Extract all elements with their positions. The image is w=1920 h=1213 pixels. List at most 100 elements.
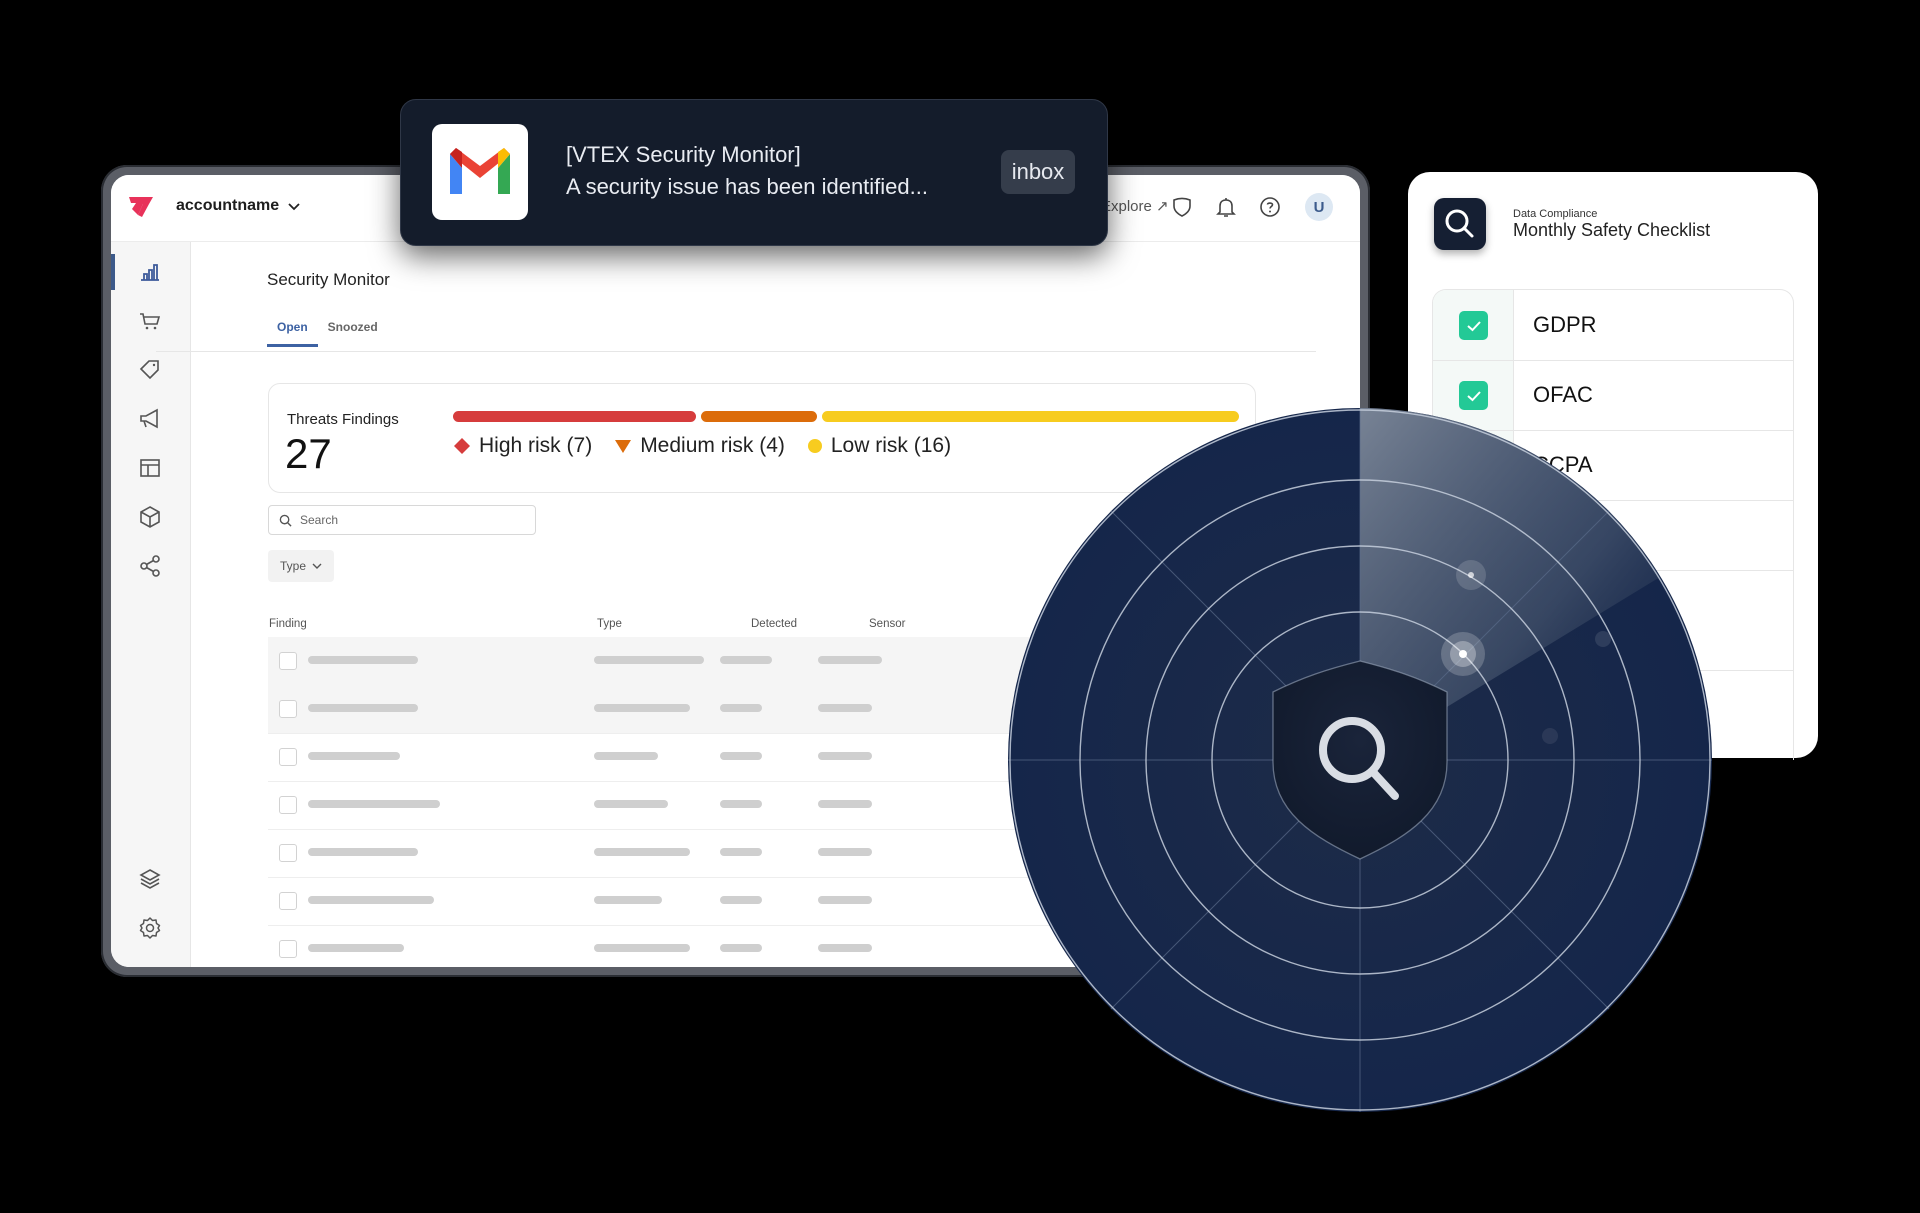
type-placeholder	[594, 848, 690, 856]
sensor-placeholder	[818, 800, 872, 808]
sensor-placeholder	[818, 656, 882, 664]
legend-low-label: Low risk (16)	[830, 434, 952, 457]
shield-icon[interactable]	[1170, 195, 1194, 219]
column-header-sensor[interactable]: Sensor	[869, 618, 905, 630]
legend-medium-risk: Medium risk (4)	[614, 434, 785, 458]
triangle-down-icon	[615, 440, 632, 453]
sensor-placeholder	[818, 896, 872, 904]
user-avatar[interactable]: U	[1305, 193, 1333, 221]
gmail-logo-icon	[450, 148, 510, 194]
inbox-button[interactable]: inbox	[1001, 150, 1075, 194]
checklist-item-label: OFAC	[1533, 382, 1593, 407]
checklist-item-label: GDPR	[1533, 312, 1597, 337]
radar-blip-faint	[1595, 631, 1611, 647]
chevron-down-icon	[312, 563, 322, 569]
explore-link-label: Explore	[1101, 198, 1152, 215]
risk-bar-segment-medium-risk	[701, 411, 817, 422]
share-icon[interactable]	[137, 553, 163, 579]
row-checkbox[interactable]	[279, 892, 297, 910]
vtex-logo-icon	[129, 197, 153, 217]
column-header-finding[interactable]: Finding	[269, 618, 307, 630]
layout-icon[interactable]	[137, 455, 163, 481]
row-checkbox[interactable]	[279, 700, 297, 718]
bell-icon[interactable]	[1214, 195, 1238, 219]
layers-icon[interactable]	[137, 866, 163, 892]
search-placeholder: Search	[300, 513, 339, 527]
radar-blip-faint	[1542, 728, 1558, 744]
column-header-type[interactable]: Type	[597, 618, 622, 630]
column-header-detected[interactable]: Detected	[751, 618, 797, 630]
finding-placeholder	[308, 800, 440, 808]
legend-high-label: High risk (7)	[479, 434, 593, 457]
sensor-placeholder	[818, 752, 872, 760]
type-placeholder	[594, 656, 704, 664]
explore-link[interactable]: Explore ↗	[1101, 197, 1169, 215]
checklist-search-badge	[1434, 198, 1486, 250]
active-indicator	[111, 254, 115, 290]
legend-medium-label: Medium risk (4)	[640, 434, 785, 457]
legend-high-risk: High risk (7)	[453, 434, 592, 458]
finding-placeholder	[308, 656, 418, 664]
chevron-down-icon	[288, 203, 300, 211]
checkmark-icon	[1466, 390, 1481, 401]
tab-divider	[156, 351, 1316, 352]
account-switcher[interactable]: accountname	[176, 197, 301, 215]
type-filter-label: Type	[279, 559, 306, 573]
finding-placeholder	[308, 752, 400, 760]
notification-title: [VTEX Security Monitor]	[566, 142, 801, 167]
row-checkbox[interactable]	[279, 652, 297, 670]
row-checkbox[interactable]	[279, 844, 297, 862]
type-placeholder	[594, 944, 690, 952]
checklist-title: Monthly Safety Checklist	[1513, 220, 1711, 240]
type-placeholder	[594, 800, 668, 808]
row-checkbox[interactable]	[279, 796, 297, 814]
tab-snoozed[interactable]: Snoozed	[318, 320, 388, 347]
sensor-placeholder	[818, 848, 872, 856]
type-placeholder	[594, 752, 658, 760]
detected-placeholder	[720, 896, 762, 904]
radar-blip-secondary	[1456, 560, 1486, 590]
box-icon[interactable]	[137, 504, 163, 530]
avatar-initial: U	[1313, 198, 1325, 216]
finding-placeholder	[308, 848, 418, 856]
tab-open[interactable]: Open	[267, 320, 318, 347]
detected-placeholder	[720, 704, 762, 712]
checklist-item[interactable]: GDPR	[1433, 290, 1793, 361]
type-filter-dropdown[interactable]: Type	[268, 550, 334, 582]
finding-placeholder	[308, 944, 404, 952]
email-notification[interactable]: [VTEX Security Monitor] A security issue…	[400, 99, 1108, 246]
megaphone-icon[interactable]	[137, 406, 163, 432]
gear-icon[interactable]	[137, 915, 163, 941]
search-input[interactable]: Search	[268, 505, 536, 535]
detected-placeholder	[720, 944, 762, 952]
type-placeholder	[594, 896, 662, 904]
row-checkbox[interactable]	[279, 940, 297, 958]
detected-placeholder	[720, 656, 772, 664]
security-radar	[1008, 408, 1712, 1112]
search-icon	[279, 514, 292, 527]
checkmark-icon	[1466, 320, 1481, 331]
sensor-placeholder	[818, 944, 872, 952]
checked-checkbox[interactable]	[1459, 311, 1488, 340]
help-icon[interactable]	[1258, 195, 1282, 219]
legend-low-risk: Low risk (16)	[807, 434, 951, 458]
notification-body: A security issue has been identified...	[566, 174, 928, 199]
detected-placeholder	[720, 848, 762, 856]
bar-chart-icon[interactable]	[137, 259, 163, 285]
row-checkbox[interactable]	[279, 748, 297, 766]
tab-bar: Open Snoozed	[267, 320, 388, 347]
cart-icon[interactable]	[137, 308, 163, 334]
detected-placeholder	[720, 800, 762, 808]
magnifier-icon	[1445, 209, 1474, 238]
sensor-placeholder	[818, 704, 872, 712]
risk-bar-segment-high-risk	[453, 411, 696, 422]
threats-count: 27	[285, 430, 332, 477]
finding-placeholder	[308, 704, 418, 712]
tag-icon[interactable]	[137, 357, 163, 383]
diamond-icon	[454, 438, 470, 454]
gmail-app-icon	[432, 124, 528, 220]
checklist-subtitle: Data Compliance	[1513, 208, 1598, 220]
type-placeholder	[594, 704, 690, 712]
risk-legend: High risk (7) Medium risk (4) Low risk (…	[453, 434, 951, 458]
checked-checkbox[interactable]	[1459, 381, 1488, 410]
